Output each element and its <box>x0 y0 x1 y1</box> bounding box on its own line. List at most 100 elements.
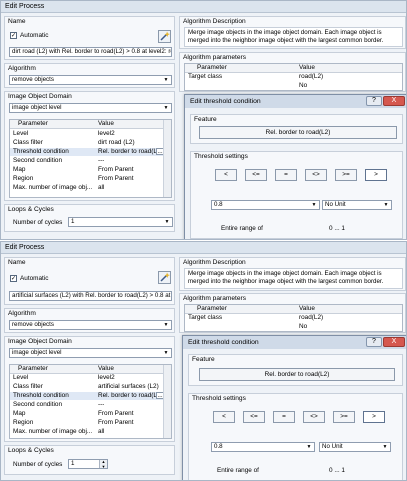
algorithm-parameters-group: Algorithm parameters Parameter Value Tar… <box>179 293 406 333</box>
algorithm-description-text: Merge image objects in the image object … <box>184 27 403 47</box>
row-param: Map <box>13 410 26 417</box>
domain-parameter-table: Parameter Value Level level2 Class filte… <box>9 119 172 198</box>
algorithm-description-text: Merge image objects in the image object … <box>184 268 403 289</box>
name-group-title: Name <box>8 259 26 266</box>
spin-arrows-icon[interactable]: ▲ ▼ <box>99 460 107 468</box>
domain-dropdown[interactable]: image object level ▼ <box>9 103 172 113</box>
operator-ge-button[interactable]: >= <box>335 169 357 181</box>
table-row[interactable]: Class filter dirt road (L2) <box>10 139 171 147</box>
cycles-dropdown[interactable]: 1 ▼ <box>68 217 173 227</box>
table-row[interactable]: No <box>185 82 402 90</box>
cycles-spinbox[interactable]: 1 ▲ ▼ <box>68 459 108 469</box>
table-row[interactable]: Threshold condition Rel. border to road(… <box>10 392 171 400</box>
operator-le-button[interactable]: <= <box>245 169 267 181</box>
table-row[interactable]: Level level2 <box>10 374 171 382</box>
operator-eq-button[interactable]: = <box>275 169 297 181</box>
row-value: From Parent <box>98 419 134 426</box>
automatic-checkbox[interactable]: ✓ <box>10 275 17 282</box>
algorithm-group-title: Algorithm <box>8 65 36 72</box>
wand-icon[interactable] <box>158 271 171 284</box>
threshold-settings-group: Threshold settings < <= = <> >= > 0.8 ▼ … <box>188 393 403 480</box>
operator-gt-button[interactable]: > <box>365 169 387 181</box>
table-row[interactable]: Second condition --- <box>10 401 171 409</box>
operator-ne-button[interactable]: <> <box>303 411 325 423</box>
table-row[interactable]: Second condition --- <box>10 157 171 165</box>
table-row[interactable]: Target class road(L2) <box>185 73 402 81</box>
operator-le-button[interactable]: <= <box>243 411 265 423</box>
domain-table-scrollbar[interactable] <box>163 365 171 438</box>
process-name-field[interactable]: dirt road (L2) with Rel. border to road(… <box>9 47 172 57</box>
edit-process-window-1: Edit Process Name ✓ Automatic dirt road … <box>0 0 407 240</box>
feature-group: Feature Rel. border to road(L2) <box>188 354 403 386</box>
operator-eq-button[interactable]: = <box>273 411 295 423</box>
dropdown-arrow-icon: ▼ <box>164 219 170 225</box>
table-row[interactable]: Map From Parent <box>10 410 171 418</box>
header-value: Value <box>98 365 114 372</box>
help-icon[interactable]: ? <box>366 96 382 106</box>
cycles-value: 1 <box>71 460 75 467</box>
threshold-group-title: Threshold settings <box>192 395 246 402</box>
name-group: Name ✓ Automatic dirt road (L2) with Rel… <box>4 16 175 60</box>
help-icon[interactable]: ? <box>366 337 382 347</box>
table-row[interactable]: Max. number of image obj... all <box>10 184 171 192</box>
threshold-value-dropdown[interactable]: 0.8 ▼ <box>211 442 315 452</box>
domain-group-title: Image Object Domain <box>8 93 72 100</box>
header-parameter: Parameter <box>18 120 48 127</box>
algorithm-group: Algorithm remove objects ▼ <box>4 63 175 88</box>
close-icon[interactable]: X <box>383 96 405 106</box>
unit-dropdown[interactable]: No Unit ▼ <box>319 442 391 452</box>
table-row[interactable]: Class filter artificial surfaces (L2) <box>10 383 171 391</box>
range-value: 0 ... 1 <box>329 225 345 232</box>
operator-ge-button[interactable]: >= <box>333 411 355 423</box>
operator-ne-button[interactable]: <> <box>305 169 327 181</box>
operator-lt-button[interactable]: < <box>215 169 237 181</box>
table-header: Parameter Value <box>185 64 402 73</box>
row-param: Class filter <box>13 383 43 390</box>
operator-gt-button[interactable]: > <box>363 411 385 423</box>
params-group-title: Algorithm parameters <box>183 295 247 302</box>
cycles-value: 1 <box>71 218 75 225</box>
feature-button[interactable]: Rel. border to road(L2) <box>199 126 397 139</box>
row-value: artificial surfaces (L2) <box>98 383 159 390</box>
dropdown-arrow-icon: ▼ <box>163 322 169 328</box>
table-row[interactable]: Level level2 <box>10 130 171 138</box>
row-param: Level <box>13 374 29 381</box>
automatic-checkbox[interactable]: ✓ <box>10 32 17 39</box>
row-value: From Parent <box>98 166 134 173</box>
row-param: Map <box>13 166 26 173</box>
dropdown-arrow-icon: ▼ <box>306 444 312 450</box>
desc-group-title: Algorithm Description <box>183 259 246 266</box>
row-param: Region <box>13 175 34 182</box>
table-row[interactable]: No <box>185 323 402 331</box>
domain-value: image object level <box>12 104 62 111</box>
algorithm-dropdown[interactable]: remove objects ▼ <box>9 75 172 85</box>
table-row[interactable]: Region From Parent <box>10 419 171 427</box>
algorithm-description-group: Algorithm Description Merge image object… <box>179 257 406 291</box>
row-value: all <box>98 184 105 191</box>
table-row[interactable]: Threshold condition Rel. border to road(… <box>10 148 171 156</box>
algorithm-dropdown[interactable]: remove objects ▼ <box>9 320 172 330</box>
threshold-settings-group: Threshold settings < <= = <> >= > 0.8 ▼ … <box>190 151 403 239</box>
feature-button[interactable]: Rel. border to road(L2) <box>199 368 395 381</box>
unit-dropdown[interactable]: No Unit ▼ <box>322 200 392 210</box>
table-row[interactable]: Target class road(L2) <box>185 314 402 322</box>
domain-group-title: Image Object Domain <box>8 338 72 345</box>
params-group-title: Algorithm parameters <box>183 54 247 61</box>
cycles-label: Number of cycles <box>13 461 63 468</box>
operator-lt-button[interactable]: < <box>213 411 235 423</box>
table-row[interactable]: Map From Parent <box>10 166 171 174</box>
process-name-field[interactable]: artificial surfaces (L2) with Rel. borde… <box>9 291 172 301</box>
algorithm-description-group: Algorithm Description Merge image object… <box>179 16 406 49</box>
close-icon[interactable]: X <box>383 337 405 347</box>
domain-table-scrollbar[interactable] <box>163 120 171 197</box>
table-row[interactable]: Max. number of image obj... all <box>10 428 171 436</box>
header-parameter: Parameter <box>197 305 227 312</box>
loops-cycles-group: Loops & Cycles Number of cycles 1 ▲ ▼ <box>4 445 175 475</box>
params-table: Parameter Value Target class road(L2) No <box>184 63 403 91</box>
table-row[interactable]: Region From Parent <box>10 175 171 183</box>
image-object-domain-group: Image Object Domain image object level ▼… <box>4 91 175 201</box>
threshold-value-dropdown[interactable]: 0.8 ▼ <box>211 200 320 210</box>
domain-dropdown[interactable]: image object level ▼ <box>9 348 172 358</box>
dropdown-arrow-icon: ▼ <box>163 350 169 356</box>
wand-icon[interactable] <box>158 30 171 43</box>
